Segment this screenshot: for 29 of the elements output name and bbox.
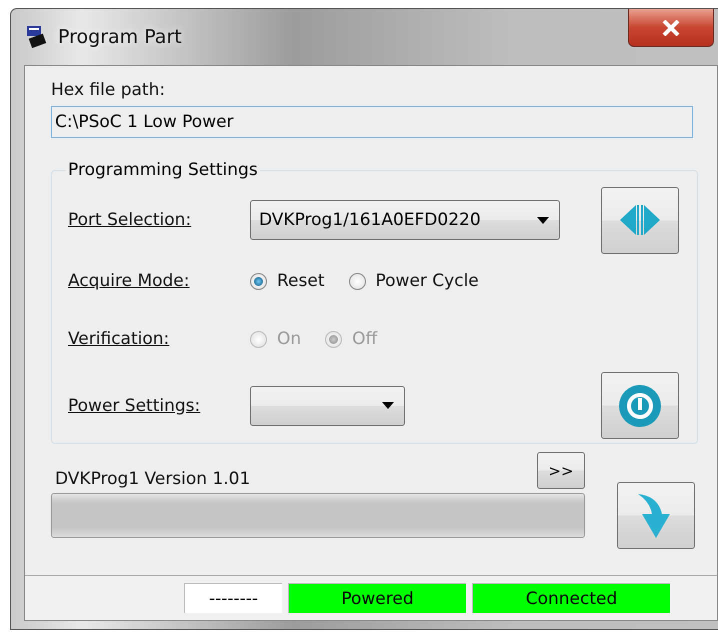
connect-button[interactable] [601, 186, 679, 254]
status-cell: Connected [472, 583, 670, 613]
field-label: Verification: [68, 329, 170, 349]
radio-button[interactable] [348, 272, 366, 290]
expand-button[interactable]: >> [537, 452, 585, 489]
status-cell: -------- [184, 583, 282, 613]
window-title: Program Part [58, 26, 182, 48]
version-text: DVKProg1 Version 1.01 [55, 469, 250, 489]
chip-icon [24, 25, 48, 49]
field-label: Power Settings: [68, 396, 202, 416]
caret-icon [382, 402, 394, 409]
power-button[interactable] [601, 372, 679, 439]
input-field[interactable]: C:\PSoC 1 Low Power [51, 106, 693, 138]
arrows-icon [618, 203, 662, 237]
radio-button[interactable] [250, 272, 267, 290]
dropdown[interactable]: DVKProg1/161A0EFD0220 [250, 200, 560, 240]
field-label: Hex file path: [51, 80, 166, 100]
download-button[interactable] [617, 482, 695, 549]
radio-option[interactable]: Power Cycle [348, 271, 479, 291]
field-label: Acquire Mode: [68, 271, 190, 291]
field-label: Port Selection: [68, 210, 192, 230]
dropdown[interactable] [250, 386, 405, 426]
group-title: Programming Settings [67, 160, 259, 180]
power-icon [618, 384, 662, 428]
radio-option[interactable]: Reset [250, 271, 324, 291]
status-cell: Powered [288, 583, 466, 613]
close-icon [662, 20, 680, 36]
caret-icon [537, 216, 549, 224]
close-button[interactable] [628, 9, 714, 47]
